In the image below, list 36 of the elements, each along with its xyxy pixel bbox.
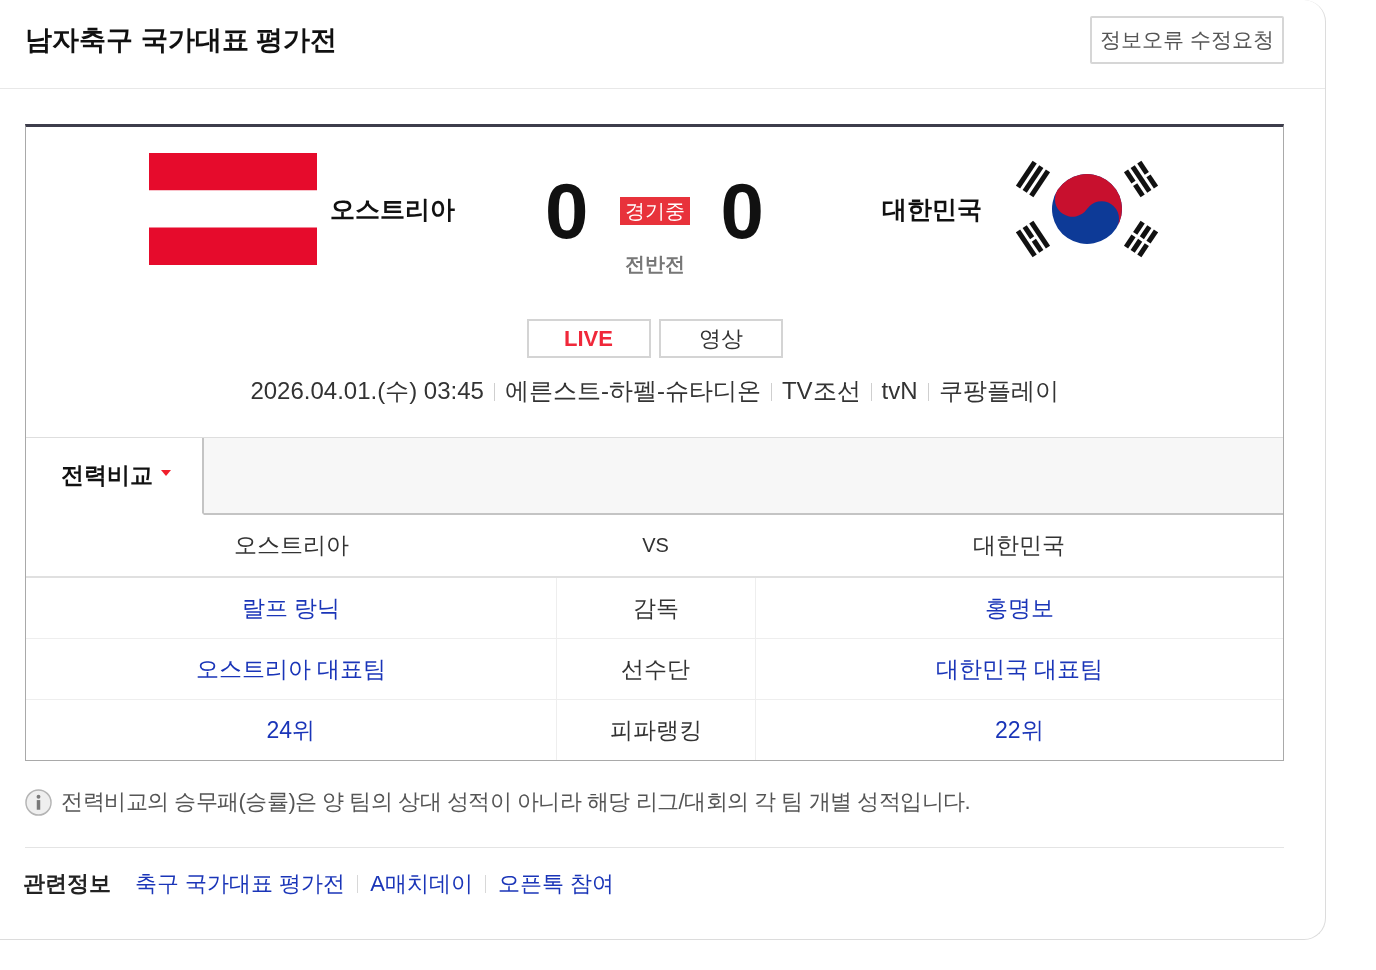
related-link[interactable]: 축구 국가대표 평가전 (135, 869, 346, 899)
match-status-badge: 경기중 (619, 197, 690, 225)
table-cell: 선수단 (556, 638, 755, 700)
table-link[interactable]: 24위 (266, 716, 316, 743)
column-header: 오스트리아 (26, 515, 556, 577)
caret-icon (161, 469, 171, 476)
related-info-label: 관련정보 (23, 870, 111, 898)
table-link[interactable]: 랄프 랑닉 (241, 594, 340, 621)
table-link[interactable]: 오스트리아 대표팀 (195, 655, 386, 682)
match-info-item: 에른스트-하펠-슈타디온 (504, 376, 761, 406)
page-title: 남자축구 국가대표 평가전 (25, 23, 337, 57)
table-link[interactable]: 22위 (994, 716, 1044, 743)
home-team-name: 오스트리아 (330, 193, 455, 225)
table-link[interactable]: 홍명보 (984, 594, 1054, 621)
match-info-item: 쿠팡플레이 (938, 376, 1059, 406)
taegeuk-flag-icon (1016, 160, 1158, 258)
match-media-button[interactable]: 영상 (658, 319, 783, 358)
table-cell: 피파랭킹 (556, 699, 755, 760)
info-icon (25, 788, 52, 816)
away-score: 0 (720, 176, 764, 246)
report-error-button[interactable]: 정보오류 수정요청 (1090, 15, 1284, 64)
away-team-name: 대한민국 (882, 193, 982, 225)
info-note: 전력비교의 승무패(승률)은 양 팀의 상대 성적이 아니라 해당 리그/대회의 각 팀 개별 성적입니다. (61, 788, 971, 816)
table-link[interactable]: 대한민국 대표팀 (935, 655, 1103, 682)
match-media-button[interactable]: LIVE (526, 319, 651, 358)
column-header: 대한민국 (755, 515, 1283, 577)
table-cell: 감독 (556, 577, 755, 639)
match-period: 전반전 (624, 252, 685, 276)
related-link[interactable]: 오픈톡 참여 (497, 869, 615, 899)
related-link[interactable]: A매치데이 (370, 869, 473, 899)
home-score: 0 (545, 176, 589, 246)
match-info-item: TV조선 (781, 376, 861, 406)
striped-flag-icon (149, 153, 317, 265)
column-header: VS (556, 515, 755, 577)
match-info-item: 2026.04.01.(수) 03:45 (250, 376, 484, 406)
match-info-item: tvN (881, 376, 918, 406)
